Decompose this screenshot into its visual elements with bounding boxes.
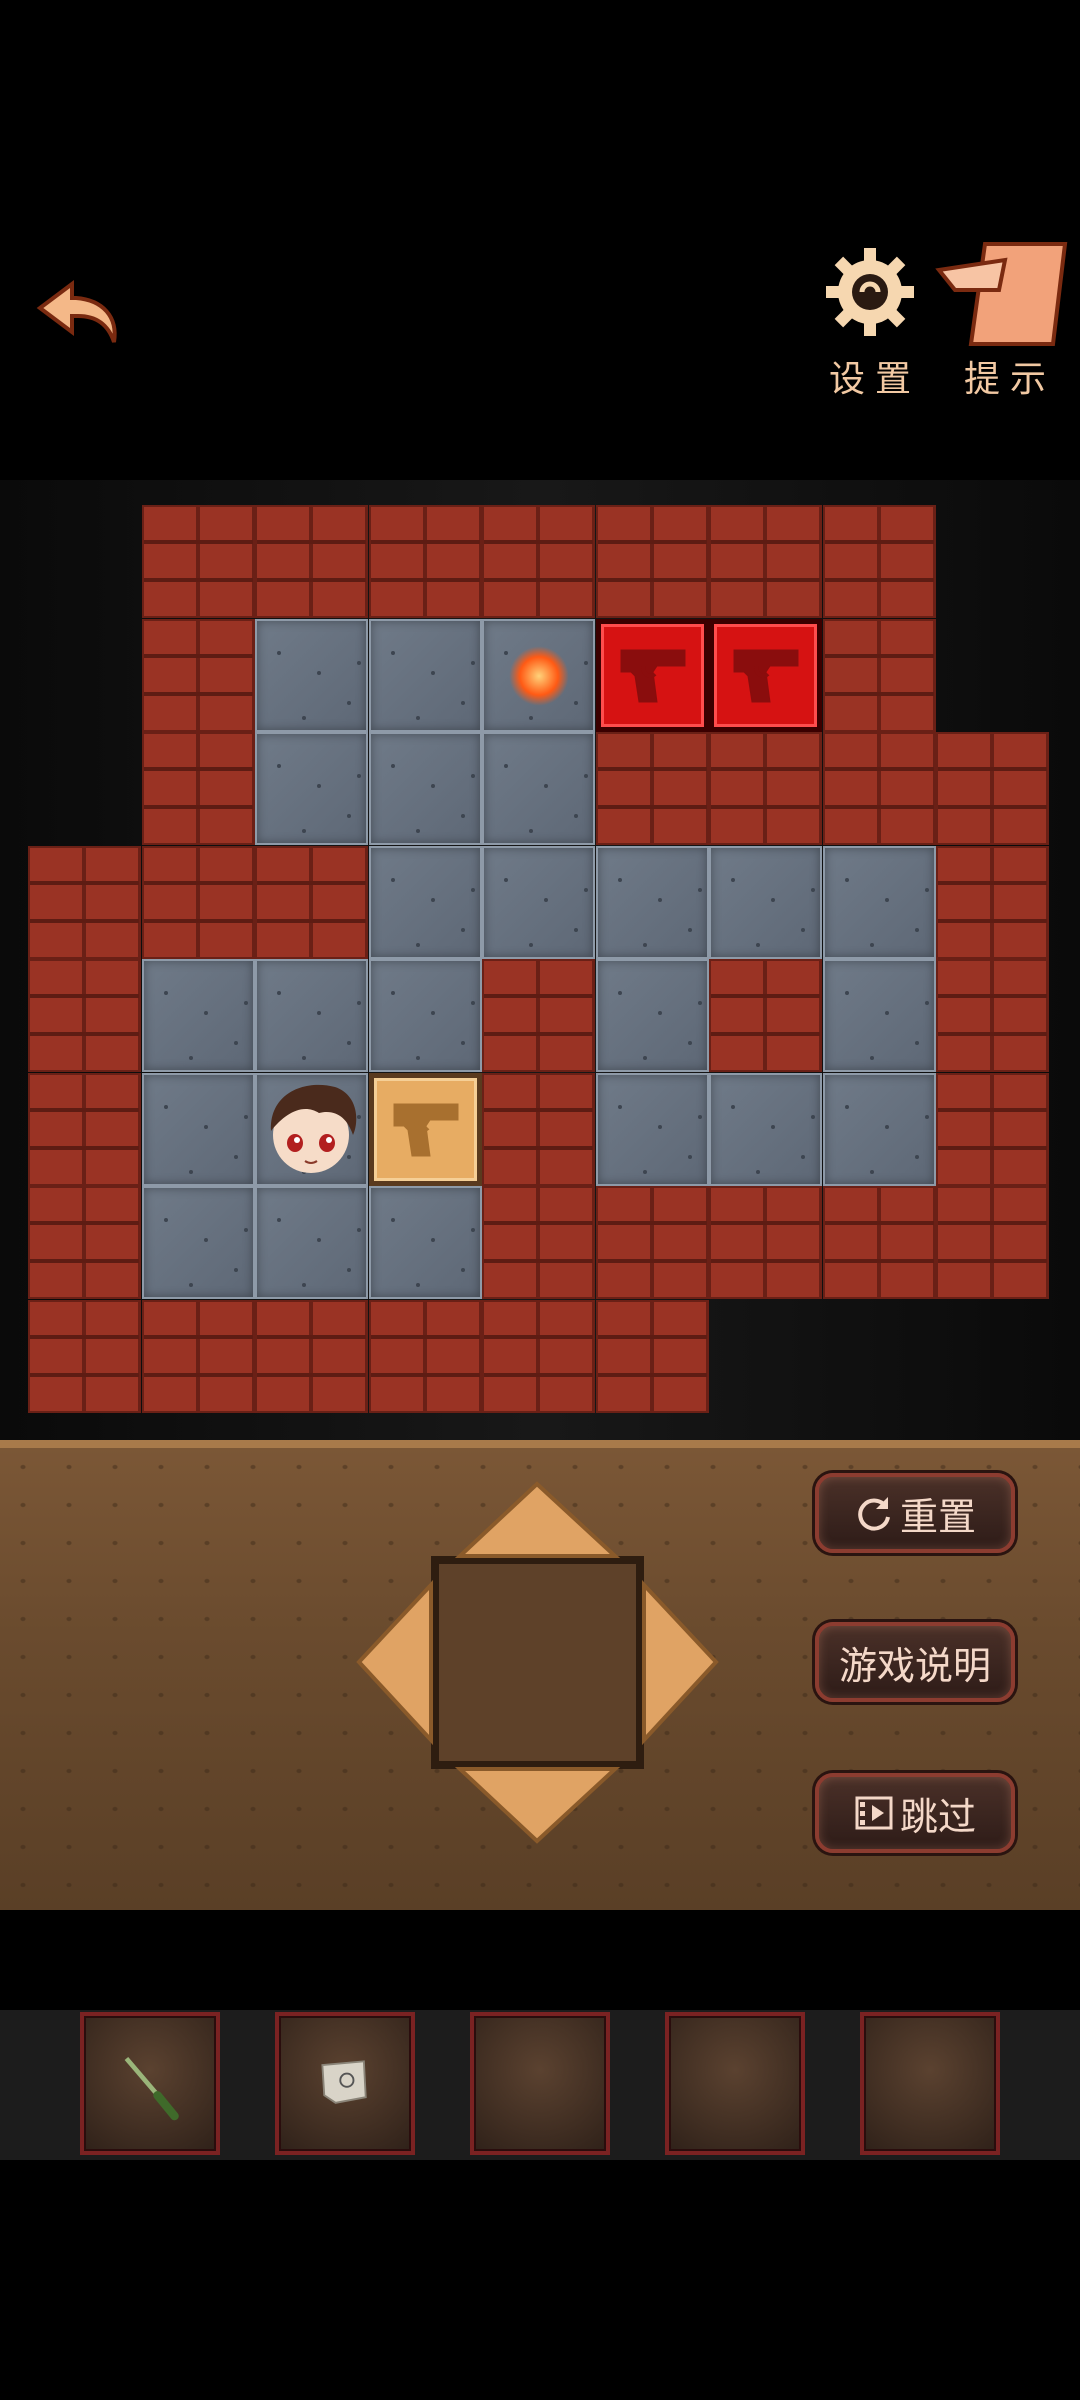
right-arrow-button[interactable] bbox=[640, 1580, 720, 1745]
floor-tile bbox=[255, 732, 368, 845]
floor-tile bbox=[255, 618, 368, 732]
hint-card-icon bbox=[935, 242, 1068, 346]
brick-wall-tile bbox=[936, 1072, 1049, 1186]
floor-tile bbox=[368, 959, 482, 1072]
floor-tile bbox=[595, 959, 709, 1072]
floor-tile bbox=[709, 1072, 822, 1186]
brick-wall-tile bbox=[595, 1186, 709, 1299]
brick-wall-tile bbox=[709, 732, 822, 845]
floor-tile bbox=[595, 845, 709, 959]
brick-wall-tile bbox=[141, 505, 255, 618]
gear-icon bbox=[826, 248, 914, 336]
floor-tile bbox=[141, 1186, 255, 1299]
brick-wall-tile bbox=[368, 505, 482, 618]
reset-label: 重置 bbox=[899, 1494, 976, 1539]
brick-wall-tile bbox=[141, 845, 255, 959]
hint-button[interactable] bbox=[935, 240, 1075, 350]
brick-wall-tile bbox=[28, 845, 141, 959]
left-arrow-button[interactable] bbox=[355, 1580, 435, 1745]
back-button[interactable] bbox=[28, 262, 124, 358]
brick-wall-tile bbox=[482, 1299, 595, 1413]
brick-wall-tile bbox=[709, 1186, 822, 1299]
floor-tile bbox=[822, 845, 936, 959]
game-instructions-button[interactable]: 游戏说明 bbox=[815, 1622, 1015, 1702]
knife-icon bbox=[124, 2056, 179, 2121]
direction-pad bbox=[355, 1480, 720, 1845]
floor-tile bbox=[368, 618, 482, 732]
floor-tile bbox=[255, 959, 368, 1072]
floor-tile bbox=[141, 1072, 255, 1186]
brick-wall-tile bbox=[822, 1186, 936, 1299]
floor-tile bbox=[141, 959, 255, 1072]
reset-button[interactable]: 重置 bbox=[815, 1473, 1015, 1553]
brick-wall-tile bbox=[936, 959, 1049, 1072]
brick-wall-tile bbox=[936, 1186, 1049, 1299]
brick-wall-tile bbox=[709, 959, 822, 1072]
inventory-slot-4[interactable] bbox=[665, 2012, 805, 2155]
film-skip-icon bbox=[855, 1796, 893, 1830]
brick-wall-tile bbox=[28, 1186, 141, 1299]
floor-tile bbox=[709, 845, 822, 959]
floor-tile bbox=[482, 845, 595, 959]
pistol-crate-on-target-icon bbox=[709, 618, 822, 732]
up-arrow-button[interactable] bbox=[455, 1480, 620, 1560]
brick-wall-tile bbox=[28, 1299, 141, 1413]
floor-tile bbox=[368, 1186, 482, 1299]
skip-button[interactable]: 跳过 bbox=[815, 1773, 1015, 1853]
brick-wall-tile bbox=[709, 505, 822, 618]
brick-wall-tile bbox=[141, 732, 255, 845]
floor-tile bbox=[822, 1072, 936, 1186]
inventory-slot-1[interactable] bbox=[80, 2012, 220, 2155]
inventory-slot-3[interactable] bbox=[470, 2012, 610, 2155]
floor-tile bbox=[368, 732, 482, 845]
game-instructions-label: 游戏说明 bbox=[838, 1643, 991, 1688]
settings-label: 设置 bbox=[828, 359, 921, 400]
brick-wall-tile bbox=[255, 845, 368, 959]
settings-button[interactable] bbox=[822, 244, 918, 340]
brick-wall-tile bbox=[482, 959, 595, 1072]
brick-wall-tile bbox=[28, 1072, 141, 1186]
brick-wall-tile bbox=[822, 505, 936, 618]
brick-wall-tile bbox=[482, 1072, 595, 1186]
brick-wall-tile bbox=[936, 732, 1049, 845]
floor-tile bbox=[368, 845, 482, 959]
brick-wall-tile bbox=[141, 1299, 255, 1413]
skip-label: 跳过 bbox=[899, 1794, 976, 1839]
paper-note-icon bbox=[321, 2060, 367, 2104]
back-arrow-icon bbox=[36, 280, 117, 343]
brick-wall-tile bbox=[255, 1299, 368, 1413]
pistol-crate-icon bbox=[368, 1072, 482, 1186]
brick-wall-tile bbox=[482, 505, 595, 618]
brick-wall-tile bbox=[822, 618, 936, 732]
brick-wall-tile bbox=[28, 959, 141, 1072]
pistol-crate-on-target-icon bbox=[595, 618, 709, 732]
brick-wall-tile bbox=[936, 845, 1049, 959]
brick-wall-tile bbox=[595, 505, 709, 618]
brick-wall-tile bbox=[255, 505, 368, 618]
brick-wall-tile bbox=[141, 618, 255, 732]
brick-wall-tile bbox=[368, 1299, 482, 1413]
inventory-slot-5[interactable] bbox=[860, 2012, 1000, 2155]
inventory-slot-2[interactable] bbox=[275, 2012, 415, 2155]
brick-wall-tile bbox=[482, 1186, 595, 1299]
refresh-icon bbox=[858, 1497, 890, 1531]
brick-wall-tile bbox=[822, 732, 936, 845]
down-arrow-button[interactable] bbox=[455, 1765, 620, 1845]
brick-wall-tile bbox=[595, 732, 709, 845]
brick-wall-tile bbox=[595, 1299, 709, 1413]
hint-label: 提示 bbox=[963, 359, 1056, 400]
player-boy-icon bbox=[255, 1073, 368, 1186]
floor-tile bbox=[822, 959, 936, 1072]
glowing-target-icon bbox=[509, 645, 569, 706]
floor-tile bbox=[255, 1186, 368, 1299]
floor-tile bbox=[595, 1072, 709, 1186]
floor-tile bbox=[482, 732, 595, 845]
